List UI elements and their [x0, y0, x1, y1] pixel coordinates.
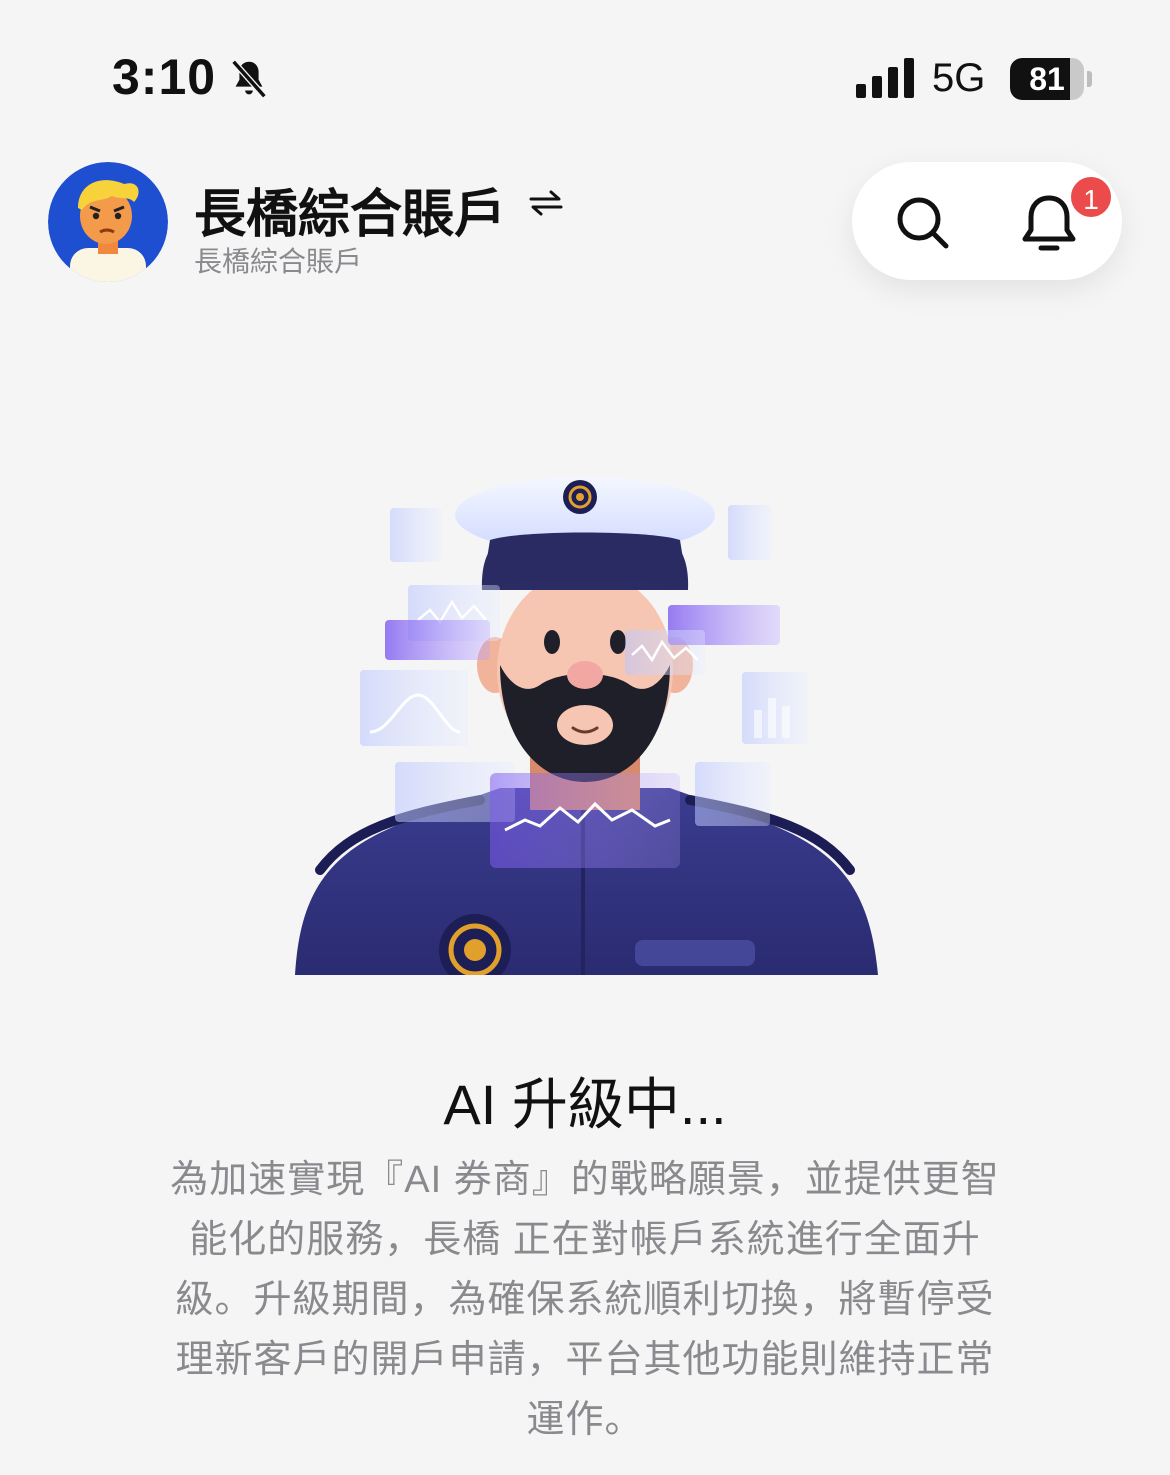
cellular-signal-icon — [856, 58, 914, 98]
bell-slash-icon — [231, 59, 267, 99]
account-subtitle: 長橋綜合賬戶 — [194, 246, 363, 277]
search-icon[interactable] — [894, 194, 952, 252]
avatar[interactable] — [48, 162, 168, 282]
notice-title: AI 升級中... — [443, 1073, 727, 1136]
captain-avatar-illustration — [295, 477, 878, 975]
account-name[interactable]: 長橋綜合賬戶 — [194, 172, 506, 247]
status-bar: 3:10 5G 81 — [0, 0, 1170, 150]
header-actions: 1 — [852, 162, 1122, 280]
battery-icon: 81 — [1010, 58, 1092, 100]
avatar-image — [48, 162, 168, 282]
swap-arrows-icon[interactable] — [528, 190, 564, 216]
battery-level: 81 — [1029, 61, 1065, 97]
network-type: 5G — [932, 56, 986, 100]
status-time: 3:10 — [112, 49, 217, 105]
notification-badge: 1 — [1068, 174, 1114, 220]
notice-body: 為加速實現『AI 券商』的戰略願景，並提供更智能化的服務，長橋 正在對帳戶系統進… — [170, 1159, 1000, 1441]
